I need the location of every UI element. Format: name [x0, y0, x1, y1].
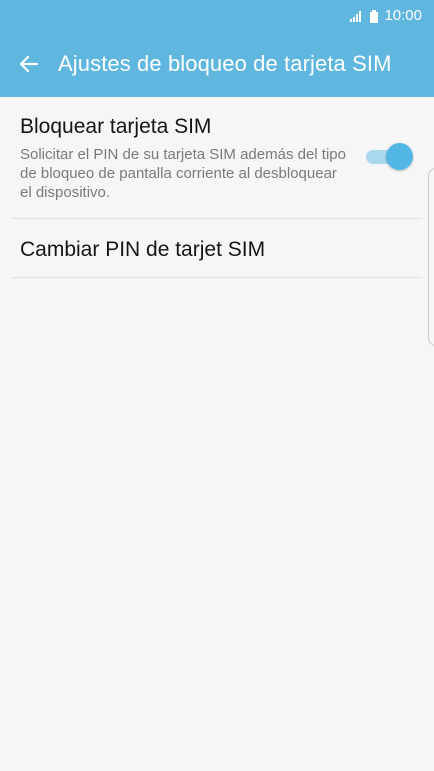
status-bar: 10:00 — [0, 0, 434, 32]
status-time: 10:00 — [384, 7, 422, 24]
lock-sim-toggle[interactable] — [366, 143, 413, 171]
change-pin-label: Cambiar PIN de tarjet SIM — [20, 238, 266, 261]
status-icons: 10:00 — [350, 6, 422, 26]
signal-icon — [350, 11, 362, 22]
toggle-thumb — [386, 143, 413, 170]
battery-icon — [370, 9, 379, 23]
lock-sim-description: Solicitar el PIN de su tarjeta SIM ademá… — [20, 146, 346, 201]
title-row: Ajustes de bloqueo de tarjeta SIM — [0, 44, 434, 84]
back-arrow-icon[interactable] — [17, 52, 41, 76]
settings-list: Bloquear tarjeta SIM Solicitar el PIN de… — [0, 97, 434, 278]
edge-panel-handle[interactable] — [428, 168, 434, 346]
lock-sim-row[interactable]: Bloquear tarjeta SIM Solicitar el PIN de… — [12, 97, 422, 219]
lock-sim-title: Bloquear tarjeta SIM — [20, 115, 212, 138]
change-pin-row[interactable]: Cambiar PIN de tarjet SIM — [12, 219, 422, 278]
app-bar: 10:00 Ajustes de bloqueo de tarjeta SIM — [0, 0, 434, 97]
page-title: Ajustes de bloqueo de tarjeta SIM — [58, 51, 392, 76]
